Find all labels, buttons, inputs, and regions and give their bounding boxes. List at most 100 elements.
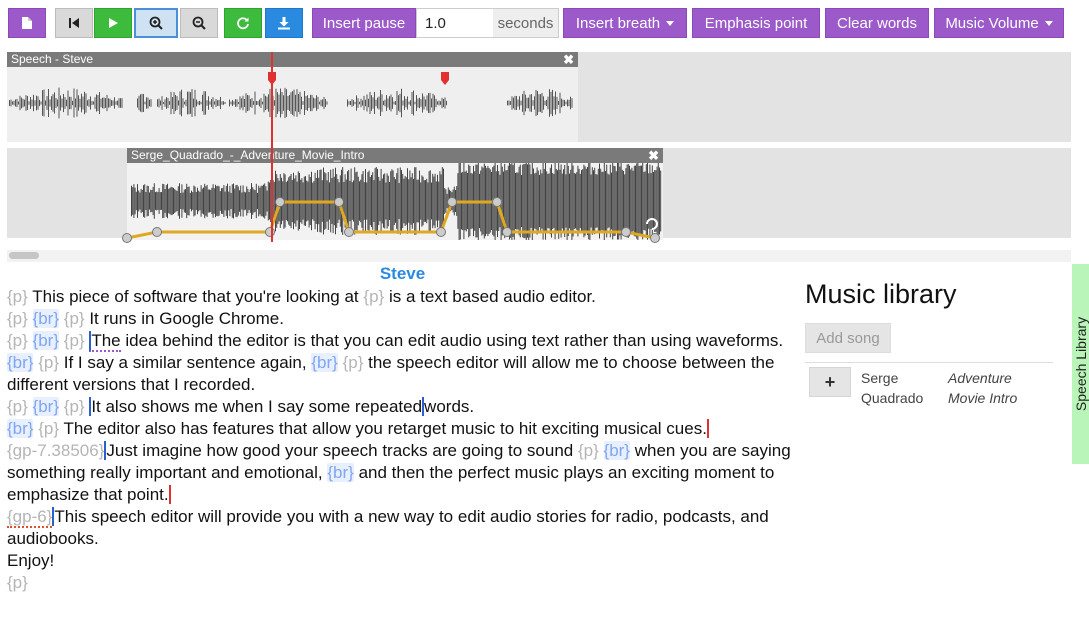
volume-point[interactable]	[275, 197, 285, 207]
zoom-out-button[interactable]	[180, 8, 218, 38]
pause-tag[interactable]: {p}	[7, 331, 28, 350]
volume-point[interactable]	[447, 197, 457, 207]
chevron-down-icon	[666, 20, 675, 26]
music-library-title: Music library	[805, 279, 957, 309]
add-track-button[interactable]: +	[809, 367, 851, 397]
file-icon	[22, 17, 32, 29]
pause-tag[interactable]: {p}	[38, 353, 59, 372]
divider	[805, 362, 1053, 363]
zoom-in-icon	[149, 16, 163, 30]
transcript-text[interactable]: If I say a similar sentence again,	[64, 353, 307, 372]
breath-tag[interactable]: {br}	[603, 441, 630, 460]
breath-tag[interactable]: {br}	[32, 331, 60, 350]
song-artist-line: Serge	[861, 370, 899, 386]
refresh-button[interactable]	[224, 8, 262, 38]
transcript-text[interactable]: It runs in Google Chrome.	[89, 309, 284, 328]
transcript-text[interactable]: Enjoy!	[7, 551, 54, 570]
pause-tag[interactable]: {p}	[64, 309, 85, 328]
pause-tag[interactable]: {p}	[64, 331, 85, 350]
breath-tag[interactable]: {br}	[311, 353, 338, 372]
transcript-word-duplicate[interactable]: The	[89, 331, 121, 352]
add-song-button[interactable]: Add song	[805, 323, 891, 353]
pause-tag[interactable]: {p}	[7, 397, 28, 416]
download-icon	[278, 17, 290, 30]
transcript-paragraph: {p} {br} {p} It also shows me when I say…	[7, 396, 797, 418]
volume-point[interactable]	[334, 197, 344, 207]
volume-point[interactable]	[492, 197, 502, 207]
volume-point[interactable]	[265, 227, 275, 237]
breath-tag[interactable]: {br}	[7, 353, 34, 372]
volume-point[interactable]	[152, 227, 162, 237]
transcript-text[interactable]: It also shows me when I say some repeate…	[89, 397, 423, 416]
breath-tag[interactable]: {br}	[32, 397, 60, 416]
zoom-out-icon	[192, 16, 206, 30]
pause-tag[interactable]: {p}	[7, 287, 28, 306]
insert-pause-button[interactable]: Insert pause	[312, 8, 416, 38]
song-artist: Serge Quadrado	[861, 368, 923, 408]
volume-point[interactable]	[650, 233, 660, 243]
clear-words-button[interactable]: Clear words	[825, 8, 929, 38]
music-volume-button[interactable]: Music Volume	[934, 8, 1064, 38]
plus-icon: +	[824, 371, 836, 392]
zoom-in-button[interactable]	[134, 8, 178, 38]
transcript-text[interactable]: This piece of software that you're looki…	[32, 287, 358, 306]
marker-icon[interactable]	[441, 72, 449, 85]
transcript-text[interactable]: This speech editor will provide you with…	[7, 507, 769, 548]
transcript-word[interactable]: words.	[422, 397, 475, 416]
transcript-paragraph: {gp-6} This speech editor will provide yo…	[7, 506, 797, 550]
volume-point[interactable]	[436, 227, 446, 237]
timeline: Speech - Steve ✖ Serge_Quadrado_-_Advent…	[7, 52, 1071, 262]
breath-tag[interactable]: {br}	[7, 419, 34, 438]
pause-tag[interactable]: {p}	[343, 353, 364, 372]
transcript-paragraph: {p} {br} {p} It runs in Google Chrome.	[7, 308, 797, 330]
transcript-paragraph: {p} This piece of software that you're l…	[7, 286, 797, 308]
insert-breath-label: Insert breath	[575, 14, 661, 32]
breath-tag[interactable]: {br}	[327, 463, 354, 482]
transcript-text[interactable]: Just imagine how good your speech tracks…	[104, 441, 574, 460]
pause-tag[interactable]: {p}	[7, 309, 28, 328]
pause-tag[interactable]: {p}	[64, 397, 85, 416]
insert-breath-button[interactable]: Insert breath	[563, 8, 687, 38]
transcript-paragraph: {gp-7.38506} Just imagine how good your s…	[7, 440, 797, 506]
play-icon	[109, 18, 118, 28]
scrollbar-thumb[interactable]	[9, 252, 39, 259]
transcript-text[interactable]: idea behind the editor is that you can e…	[125, 331, 783, 350]
speaker-name: Steve	[379, 264, 426, 283]
transcript-text[interactable]: is a text based audio editor.	[389, 287, 596, 306]
volume-point[interactable]	[502, 227, 512, 237]
play-button[interactable]	[94, 8, 132, 38]
pause-tag[interactable]: {p}	[7, 573, 28, 592]
speech-library-tab-label: Speech Library	[1072, 316, 1089, 412]
gap-tag[interactable]: {gp-7.38506}	[7, 441, 104, 460]
song-title-line: Movie Intro	[948, 390, 1018, 406]
volume-envelope	[122, 52, 660, 243]
volume-point[interactable]	[621, 227, 631, 237]
pause-tag[interactable]: {p}	[363, 287, 384, 306]
emphasis-point-button[interactable]: Emphasis point	[692, 8, 820, 38]
pause-tag[interactable]: {p}	[38, 419, 59, 438]
gap-tag[interactable]: {gp-6}	[7, 507, 53, 528]
timeline-scrollbar[interactable]	[7, 250, 1071, 262]
transcript-paragraph: {br} {p} The editor also has features th…	[7, 418, 797, 440]
breath-tag[interactable]: {br}	[32, 309, 60, 328]
volume-point[interactable]	[344, 227, 354, 237]
transcript-text[interactable]: The editor also has features that allow …	[63, 419, 709, 438]
download-button[interactable]	[265, 8, 303, 38]
pause-tag[interactable]: {p}	[578, 441, 599, 460]
volume-point[interactable]	[122, 233, 132, 243]
song-artist-line: Quadrado	[861, 390, 924, 406]
transcript-paragraph: {p}	[7, 572, 797, 594]
volume-curve	[126, 200, 656, 240]
speech-library-tab[interactable]: Speech Library	[1072, 264, 1089, 464]
song-title-line: Adventure	[948, 370, 1012, 386]
skip-back-button[interactable]	[55, 8, 93, 38]
song-title: Adventure Movie Intro	[948, 368, 1017, 408]
pause-duration-input[interactable]	[416, 8, 494, 38]
transcript-paragraph: Enjoy!	[7, 550, 797, 572]
file-button[interactable]	[8, 8, 46, 38]
transcript-editor[interactable]: {p} This piece of software that you're l…	[7, 286, 797, 594]
pause-unit-label: seconds	[493, 8, 559, 38]
loop-icon	[646, 218, 658, 230]
refresh-icon	[237, 17, 249, 30]
marker-icon[interactable]	[268, 72, 276, 85]
